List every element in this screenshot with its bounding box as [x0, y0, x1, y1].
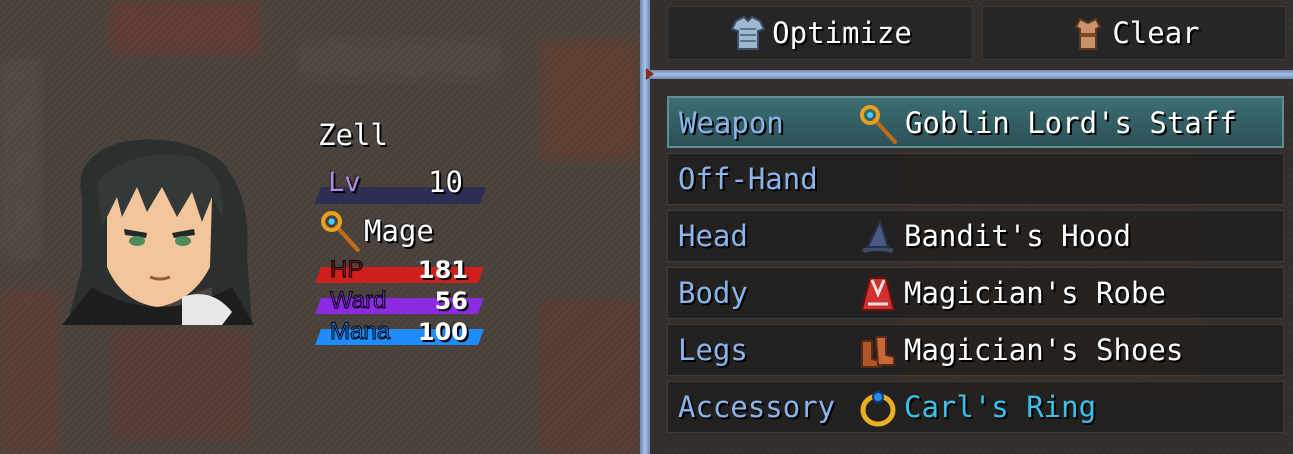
boots-icon — [861, 336, 895, 368]
equip-slot-weapon[interactable]: Weapon Goblin Lord's Staff — [667, 96, 1284, 148]
window-divider-horizontal — [645, 70, 1293, 79]
robe-icon — [860, 277, 896, 311]
actor-status-panel: Zell Lv 10 Mage HP 181 Ward 56 Mana 100 — [0, 0, 643, 454]
clear-button[interactable]: Clear — [982, 6, 1286, 60]
wizard-hat-icon — [862, 218, 894, 253]
divider-notch — [646, 68, 654, 80]
equip-slot-accessory[interactable]: Accessory Carl's Ring — [667, 381, 1284, 433]
level-label: Lv — [328, 167, 361, 198]
item-name-head: Bandit's Hood — [904, 219, 1131, 253]
staff-icon — [860, 105, 897, 144]
slot-label-legs: Legs — [678, 333, 748, 367]
item-name-weapon: Goblin Lord's Staff — [905, 106, 1237, 140]
optimize-label: Optimize — [772, 16, 912, 50]
mana-value: 100 — [417, 318, 468, 346]
equip-slot-head[interactable]: Head Bandit's Hood — [667, 210, 1284, 262]
item-name-accessory: Carl's Ring — [904, 390, 1097, 424]
slot-label-weapon: Weapon — [679, 106, 784, 140]
item-name-legs: Magician's Shoes — [904, 333, 1184, 367]
ring-icon — [860, 391, 896, 427]
hp-label: HP — [329, 256, 364, 284]
staff-icon — [321, 211, 360, 252]
clear-label: Clear — [1112, 16, 1200, 50]
ward-label: Ward — [329, 287, 387, 315]
equip-slot-legs[interactable]: Legs Magician's Shoes — [667, 324, 1284, 376]
equip-slot-off-hand[interactable]: Off-Hand — [667, 153, 1284, 205]
optimize-button[interactable]: Optimize — [667, 6, 973, 60]
armor-icon — [730, 15, 766, 50]
equip-slot-body[interactable]: Body Magician's Robe — [667, 267, 1284, 319]
level-value: 10 — [428, 165, 463, 199]
slot-label-head: Head — [678, 219, 748, 253]
class-name: Mage — [364, 214, 434, 248]
hp-value: 181 — [417, 256, 468, 284]
slot-label-accessory: Accessory — [678, 390, 836, 424]
mana-label: Mana — [329, 318, 391, 346]
slot-label-off-hand: Off-Hand — [678, 162, 818, 196]
tunic-icon — [1075, 17, 1102, 50]
slot-label-body: Body — [678, 276, 748, 310]
actor-portrait — [62, 139, 254, 325]
ward-value: 56 — [434, 287, 468, 315]
actor-name: Zell — [318, 118, 388, 152]
item-name-body: Magician's Robe — [904, 276, 1166, 310]
